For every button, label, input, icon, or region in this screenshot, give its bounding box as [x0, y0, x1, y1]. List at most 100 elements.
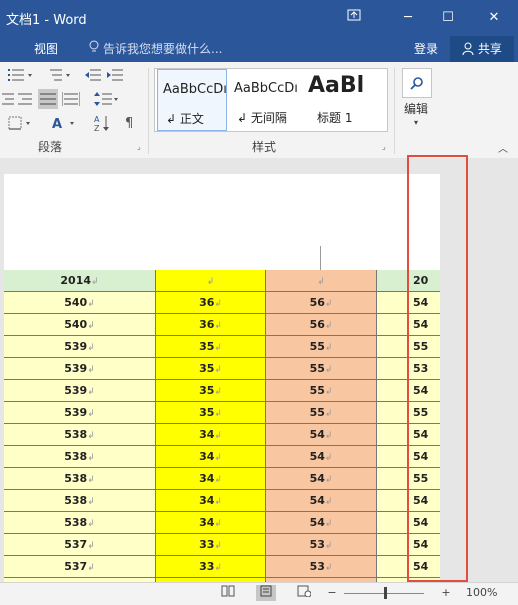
- search-icon[interactable]: [402, 68, 432, 98]
- justify-icon[interactable]: [38, 89, 58, 109]
- table-cell[interactable]: 538↲: [4, 512, 156, 534]
- close-button[interactable]: ✕: [480, 6, 508, 30]
- table-cell[interactable]: 55↲: [266, 358, 377, 380]
- ribbon-display-icon[interactable]: [340, 6, 368, 30]
- table-cell[interactable]: 538↲: [4, 446, 156, 468]
- borders-icon[interactable]: [8, 116, 34, 134]
- table-cell[interactable]: 54↲: [266, 446, 377, 468]
- align-center-icon[interactable]: [2, 92, 14, 110]
- cell-value: 34: [199, 450, 215, 463]
- paragraph-mark: ↲: [87, 343, 95, 353]
- table-cell[interactable]: 55↲: [266, 336, 377, 358]
- table-cell[interactable]: 2014↲: [4, 270, 156, 292]
- table-cell[interactable]: 539↲: [4, 358, 156, 380]
- document-page[interactable]: 2014↲↲↲20↲540↲36↲56↲54↲540↲36↲56↲54↲539↲…: [4, 174, 440, 582]
- web-layout-icon[interactable]: [294, 585, 314, 601]
- line-spacing-icon[interactable]: [94, 92, 120, 110]
- table-cell[interactable]: 35↲: [156, 336, 266, 358]
- print-layout-icon[interactable]: [256, 585, 276, 601]
- table-cell[interactable]: 54↲: [266, 490, 377, 512]
- table-cell[interactable]: 34↲: [156, 490, 266, 512]
- asian-layout-icon[interactable]: A: [50, 115, 78, 135]
- vertical-scrollbar[interactable]: [470, 158, 518, 582]
- cell-value: 537: [64, 560, 88, 573]
- table-cell[interactable]: 54↲: [266, 468, 377, 490]
- table-cell[interactable]: 35↲: [156, 380, 266, 402]
- table-cell[interactable]: 537↲: [4, 556, 156, 578]
- paragraph-mark: ↲: [87, 497, 95, 507]
- tab-view[interactable]: 视图: [34, 40, 58, 57]
- login-link[interactable]: 登录: [414, 40, 438, 57]
- table-cell[interactable]: 538↲: [4, 468, 156, 490]
- editing-button[interactable]: 编辑: [404, 100, 428, 117]
- table-cell[interactable]: 55↲: [266, 402, 377, 424]
- zoom-level[interactable]: 100%: [466, 586, 497, 599]
- paragraph-launcher-icon[interactable]: ⌟: [137, 142, 141, 151]
- minimize-button[interactable]: ─: [394, 6, 422, 30]
- paragraph-mark: ↲: [214, 431, 222, 441]
- table-cell[interactable]: 34↲: [156, 512, 266, 534]
- table-cell[interactable]: 540↲: [4, 314, 156, 336]
- cell-value: 538: [64, 450, 88, 463]
- table-cell[interactable]: 539↲: [4, 380, 156, 402]
- collapse-ribbon-icon[interactable]: ︿: [498, 140, 508, 155]
- table-cell[interactable]: 55↲: [266, 380, 377, 402]
- table-cell[interactable]: 540↲: [4, 292, 156, 314]
- styles-launcher-icon[interactable]: ⌟: [382, 142, 386, 151]
- zoom-out-icon[interactable]: −: [322, 585, 342, 601]
- multilevel-list-icon[interactable]: [8, 68, 34, 86]
- show-marks-icon[interactable]: ¶: [124, 114, 138, 134]
- table-cell[interactable]: 33↲: [156, 534, 266, 556]
- table-cell[interactable]: 539↲: [4, 402, 156, 424]
- table-cell[interactable]: 54↲: [266, 424, 377, 446]
- table-cell[interactable]: 36↲: [156, 292, 266, 314]
- table-cell[interactable]: 538↲: [4, 424, 156, 446]
- style-preview: AaBl: [308, 73, 365, 98]
- paragraph-mark: ↲: [324, 453, 333, 463]
- paragraph-mark: ↲: [214, 321, 222, 331]
- separator: [394, 68, 395, 154]
- table-cell[interactable]: 36↲: [156, 314, 266, 336]
- cell-value: 539: [64, 362, 88, 375]
- table-cell[interactable]: 537↲: [4, 534, 156, 556]
- zoom-in-icon[interactable]: +: [436, 585, 456, 601]
- paragraph-mark: ↲: [324, 409, 333, 419]
- sort-icon[interactable]: AZ: [94, 114, 112, 136]
- cell-value: 537: [64, 538, 88, 551]
- style-normal[interactable]: AaBbCcDı ↲ 正文: [157, 69, 227, 131]
- paragraph-mark: ↲: [214, 387, 222, 397]
- table-cell[interactable]: 34↲: [156, 424, 266, 446]
- share-button[interactable]: 共享: [450, 36, 514, 62]
- paragraph-mark: ↲: [324, 365, 333, 375]
- table-cell[interactable]: 35↲: [156, 358, 266, 380]
- table-cell[interactable]: 34↲: [156, 468, 266, 490]
- table-cell[interactable]: 33↲: [156, 556, 266, 578]
- table-cell[interactable]: 539↲: [4, 336, 156, 358]
- distributed-icon[interactable]: [61, 92, 81, 110]
- zoom-slider-thumb[interactable]: [384, 587, 387, 599]
- cell-value: 55: [309, 340, 325, 353]
- table-cell[interactable]: 53↲: [266, 534, 377, 556]
- paragraph-mark: ↲: [87, 563, 95, 573]
- paragraph-mark: ↲: [87, 299, 95, 309]
- table-cell[interactable]: 53↲: [266, 556, 377, 578]
- decrease-indent-icon[interactable]: [84, 68, 102, 86]
- table-cell[interactable]: ↲: [266, 270, 377, 292]
- chevron-down-icon[interactable]: ▾: [414, 118, 418, 127]
- align-right-icon[interactable]: [18, 92, 32, 110]
- paragraph-mark: ↲: [214, 409, 222, 419]
- table-cell[interactable]: 538↲: [4, 490, 156, 512]
- text-cursor: [320, 246, 321, 270]
- read-mode-icon[interactable]: [218, 585, 238, 601]
- list-style-icon[interactable]: [48, 68, 72, 86]
- table-cell[interactable]: 54↲: [266, 512, 377, 534]
- table-cell[interactable]: 35↲: [156, 402, 266, 424]
- maximize-button[interactable]: ☐: [434, 6, 462, 30]
- table-cell[interactable]: 34↲: [156, 446, 266, 468]
- table-cell[interactable]: ↲: [156, 270, 266, 292]
- style-no-spacing[interactable]: AaBbCcDı ↲ 无间隔: [229, 69, 299, 129]
- table-cell[interactable]: 56↲: [266, 292, 377, 314]
- increase-indent-icon[interactable]: [106, 68, 124, 86]
- tell-me-input[interactable]: 告诉我您想要做什么...: [103, 40, 222, 57]
- table-cell[interactable]: 56↲: [266, 314, 377, 336]
